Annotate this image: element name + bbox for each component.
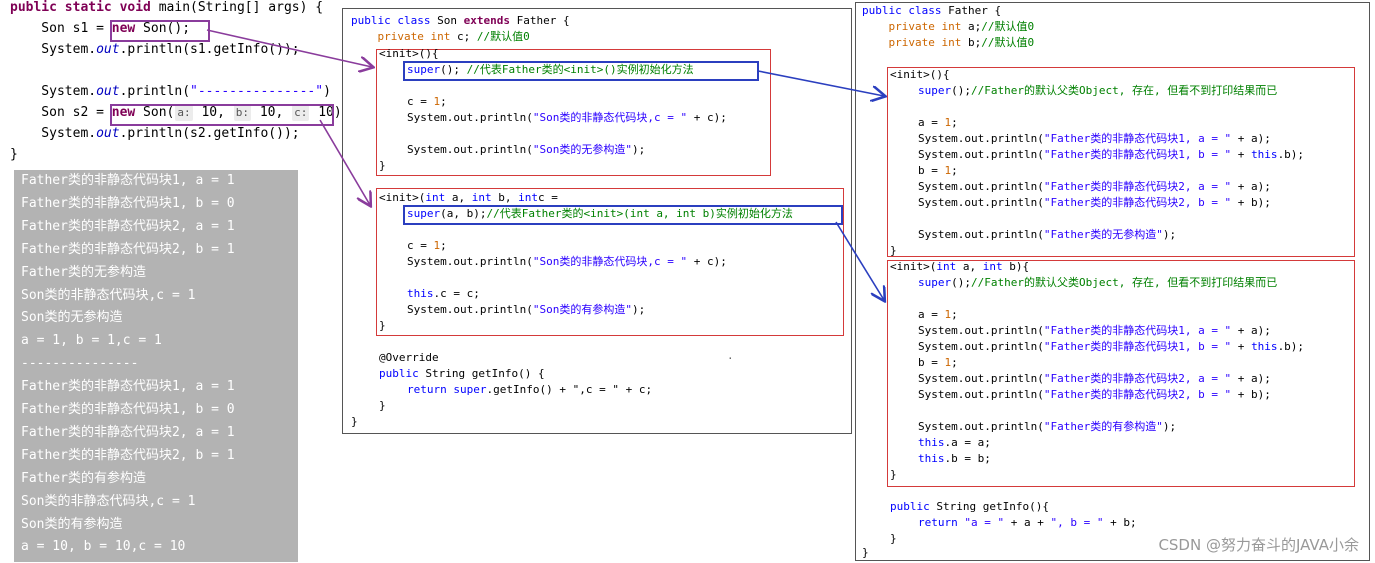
watermark: CSDN @努力奋斗的JAVA小余 bbox=[1158, 536, 1359, 554]
println-separator-line: System.out.println("---------------") bbox=[10, 84, 331, 99]
father-init1-print-b2: System.out.println("Father类的非静态代码块2, b =… bbox=[918, 196, 1271, 209]
son-init1-close: } bbox=[379, 159, 386, 172]
son-init2-this-assign: this.c = c; bbox=[407, 287, 480, 300]
son-override-annotation: @Override bbox=[379, 351, 439, 364]
console-line: --------------- bbox=[21, 356, 139, 372]
console-line: Father类的无参构造 bbox=[21, 264, 146, 280]
console-line: Father类的非静态代码块2, b = 1 bbox=[21, 241, 235, 257]
father-init1-b-assign: b = 1; bbox=[918, 164, 958, 177]
console-line: a = 10, b = 10,c = 10 bbox=[21, 539, 186, 555]
father-getinfo-signature: public String getInfo(){ bbox=[890, 500, 1049, 513]
stray-dot: . bbox=[727, 349, 734, 362]
console-line: Son类的非静态代码块,c = 1 bbox=[21, 287, 196, 303]
console-line: Son类的有参构造 bbox=[21, 516, 123, 532]
father-init2-print-a1: System.out.println("Father类的非静态代码块1, a =… bbox=[918, 324, 1271, 337]
console-line: Father类的有参构造 bbox=[21, 470, 146, 486]
father-getinfo-close: } bbox=[890, 532, 897, 545]
father-init1-a-assign: a = 1; bbox=[918, 116, 958, 129]
console-output: Father类的非静态代码块1, a = 1 Father类的非静态代码块1, b… bbox=[14, 170, 298, 562]
father-init1-print-a2: System.out.println("Father类的非静态代码块2, a =… bbox=[918, 180, 1271, 193]
father-class-declaration: public class Father { bbox=[862, 4, 1002, 17]
son-class-declaration: public class Son extends Father { bbox=[351, 14, 570, 27]
father-init2-this-a: this.a = a; bbox=[918, 436, 991, 449]
father-init2-print-arg: System.out.println("Father类的有参构造"); bbox=[918, 420, 1177, 433]
son-init2-print2: System.out.println("Son类的有参构造"); bbox=[407, 303, 646, 316]
console-line: Father类的非静态代码块1, a = 1 bbox=[21, 379, 235, 395]
father-init-args-signature: <init>(int a, int b){ bbox=[890, 260, 1030, 273]
father-init1-super: super();//Father的默认父类Object, 存在, 但看不到打印结… bbox=[918, 84, 1278, 97]
father-init2-print-b2: System.out.println("Father类的非静态代码块2, b =… bbox=[918, 388, 1271, 401]
console-line: Son类的非静态代码块,c = 1 bbox=[21, 493, 196, 509]
son-init-args-signature: <init>(int a, int b, intc = bbox=[379, 191, 565, 204]
son-init1-print1: System.out.println("Son类的非静态代码块,c = " + … bbox=[407, 111, 727, 124]
println-s1-line: System.out.println(s1.getInfo()); bbox=[10, 42, 300, 57]
new-son-highlight-box bbox=[110, 20, 210, 42]
father-init2-super: super();//Father的默认父类Object, 存在, 但看不到打印结… bbox=[918, 276, 1278, 289]
father-class-close: } bbox=[862, 546, 869, 559]
son-super-noarg-line: super(); //代表Father类的<init>()实例初始化方法 bbox=[407, 63, 694, 76]
console-line: Father类的非静态代码块2, b = 1 bbox=[21, 447, 235, 463]
console-line: a = 1, b = 1,c = 1 bbox=[21, 333, 162, 349]
son-init2-c-assign: c = 1; bbox=[407, 239, 447, 252]
son-init-noarg-signature: <init>(){ bbox=[379, 47, 439, 60]
son-init2-close: } bbox=[379, 319, 386, 332]
console-line: Son类的无参构造 bbox=[21, 310, 123, 326]
father-init-noarg-signature: <init>(){ bbox=[890, 68, 950, 81]
console-line: Father类的非静态代码块2, a = 1 bbox=[21, 218, 235, 234]
father-init2-b-assign: b = 1; bbox=[918, 356, 958, 369]
father-init2-close: } bbox=[890, 468, 897, 481]
father-class-panel: public class Father { private int a;//默认… bbox=[855, 2, 1370, 561]
son-init2-print1: System.out.println("Son类的非静态代码块,c = " + … bbox=[407, 255, 727, 268]
father-init2-print-b1: System.out.println("Father类的非静态代码块1, b =… bbox=[918, 340, 1305, 353]
son-init1-print2: System.out.println("Son类的无参构造"); bbox=[407, 143, 646, 156]
son-getinfo-close: } bbox=[379, 399, 386, 412]
son-field-c: private int c; //默认值0 bbox=[351, 30, 530, 43]
father-field-a: private int a;//默认值0 bbox=[862, 20, 1035, 33]
console-line: Father类的非静态代码块1, b = 0 bbox=[21, 402, 235, 417]
println-s2-line: System.out.println(s2.getInfo()); bbox=[10, 126, 300, 141]
father-init1-print-b1: System.out.println("Father类的非静态代码块1, b =… bbox=[918, 148, 1305, 161]
main-close-brace: } bbox=[10, 147, 18, 162]
son-getinfo-signature: public String getInfo() { bbox=[379, 367, 545, 380]
father-init1-close: } bbox=[890, 244, 897, 257]
console-line: Father类的非静态代码块1, b = 0 bbox=[21, 195, 235, 211]
son-getinfo-return: return super.getInfo() + ",c = " + c; bbox=[407, 383, 653, 396]
father-init2-a-assign: a = 1; bbox=[918, 308, 958, 321]
father-field-b: private int b;//默认值0 bbox=[862, 36, 1035, 49]
son-init1-c-assign: c = 1; bbox=[407, 95, 447, 108]
son-class-panel: public class Son extends Father { privat… bbox=[342, 8, 852, 434]
console-line: Father类的非静态代码块2, a = 1 bbox=[21, 424, 235, 440]
father-init2-this-b: this.b = b; bbox=[918, 452, 991, 465]
father-getinfo-return: return "a = " + a + ", b = " + b; bbox=[918, 516, 1137, 529]
son-super-args-line: super(a, b);//代表Father类的<init>(int a, in… bbox=[407, 207, 793, 220]
console-line: Father类的非静态代码块1, a = 1 bbox=[21, 173, 235, 188]
new-son-args-highlight-box bbox=[110, 104, 334, 126]
father-init1-print-a1: System.out.println("Father类的非静态代码块1, a =… bbox=[918, 132, 1271, 145]
son-class-close: } bbox=[351, 415, 358, 428]
father-init2-print-a2: System.out.println("Father类的非静态代码块2, a =… bbox=[918, 372, 1271, 385]
father-init1-print-noarg: System.out.println("Father类的无参构造"); bbox=[918, 228, 1177, 241]
main-signature-line: public static void main(String[] args) { bbox=[10, 0, 324, 15]
